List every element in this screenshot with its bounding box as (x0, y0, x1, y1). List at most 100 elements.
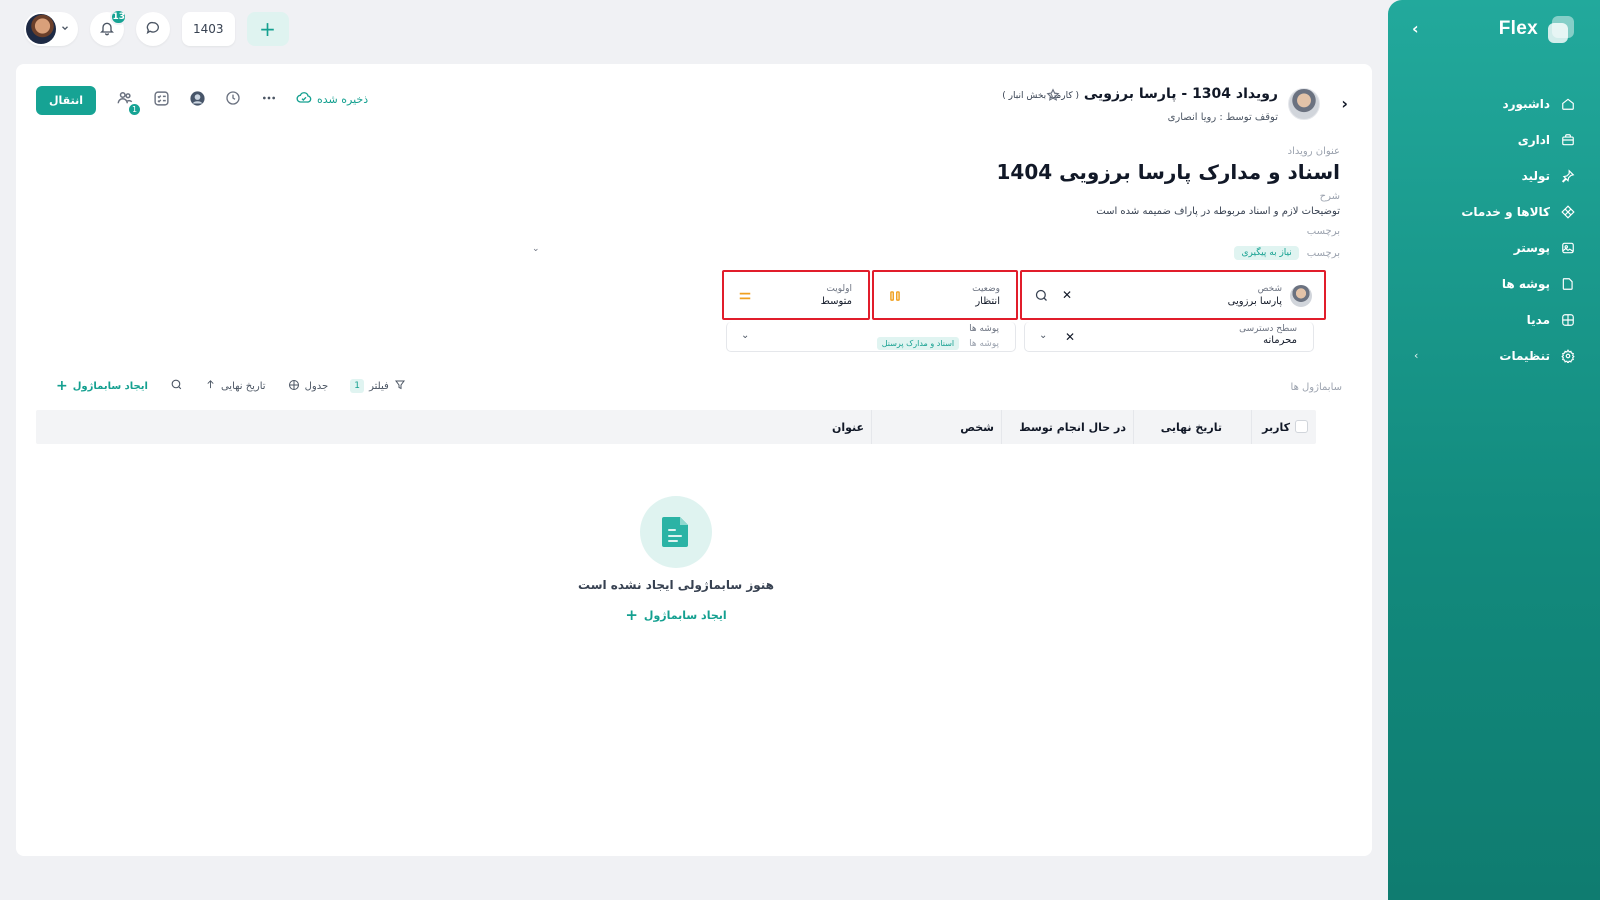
subtasks-toolbar: سابماژول ها + ایجاد سابماژول تاریخ نهایی… (56, 378, 1342, 400)
priority-field-label: اولویت (826, 284, 852, 294)
folder-icon (1560, 276, 1576, 292)
pause-icon (888, 289, 902, 306)
history-button[interactable] (224, 91, 242, 109)
sidebar-item-administrative[interactable]: اداری (1388, 122, 1600, 158)
sidebar-header: Flex ‹ (1388, 14, 1600, 48)
access-level-field[interactable]: سطح دسترسی محرمانه ✕ ⌄ (1024, 322, 1314, 352)
column-header-user[interactable]: کاربر (1262, 410, 1290, 444)
transfer-button[interactable]: انتقال (36, 86, 96, 115)
sidebar-item-label: کالاها و خدمات (1461, 205, 1550, 219)
top-bar: 13 1403 + (24, 9, 289, 46)
back-button[interactable]: › (1341, 94, 1348, 113)
more-options-button[interactable] (260, 91, 278, 109)
sidebar-item-label: اداری (1517, 133, 1550, 147)
event-title: رویداد 1304 - پارسا برزویی ( کارمند بخش … (1002, 86, 1278, 102)
priority-medium-icon (738, 289, 752, 306)
sidebar-item-settings[interactable]: تنظیمات ‹ (1388, 338, 1600, 374)
description-text[interactable]: توضیحات لازم و اسناد مربوطه در پاراف ضمی… (1096, 206, 1340, 217)
close-icon[interactable]: ✕ (1062, 288, 1072, 302)
sidebar-item-label: پوشه ها (1501, 277, 1550, 291)
create-subtask-label: ایجاد سابماژول (72, 380, 148, 392)
folders-field-label: پوشه ها (969, 324, 999, 334)
chevron-down-icon[interactable]: ⌄ (741, 330, 749, 341)
briefcase-icon (1560, 132, 1576, 148)
priority-field[interactable]: اولویت متوسط (722, 270, 870, 320)
fiscal-year-selector[interactable]: 1403 (182, 12, 235, 46)
subtasks-section-label: سابماژول ها (1290, 382, 1342, 393)
event-toolbar: 1 ذخیره شده (116, 90, 368, 116)
assignee-button[interactable] (188, 90, 206, 110)
status-field[interactable]: وضعیت انتظار (872, 270, 1018, 320)
brand-name: Flex (1498, 18, 1538, 39)
column-header-in-progress-by[interactable]: در حال انجام توسط (1019, 410, 1126, 444)
star-icon[interactable] (1046, 88, 1060, 106)
filter-icon (394, 379, 406, 394)
sidebar-item-poster[interactable]: پوستر (1388, 230, 1600, 266)
column-divider (1133, 410, 1134, 444)
close-icon[interactable]: ✕ (1065, 330, 1075, 344)
filter-label: فیلتر (369, 380, 389, 392)
user-icon (189, 90, 206, 110)
filter-count-badge: 1 (350, 379, 365, 393)
sidebar: Flex ‹ داشبورد اداری تولید کالاها و خدما… (1388, 0, 1600, 900)
empty-create-label: ایجاد سابماژول (643, 608, 727, 622)
watchers-count-badge: 1 (128, 102, 141, 116)
priority-field-value: متوسط (820, 296, 852, 307)
chat-icon (145, 20, 161, 39)
sidebar-item-dashboard[interactable]: داشبورد (1388, 86, 1600, 122)
notifications-button[interactable]: 13 (90, 9, 127, 46)
folders-field[interactable]: پوشه ها اسناد و مدارک پرسنل پوشه ها ⌄ (726, 322, 1016, 352)
save-status: ذخیره شده (296, 90, 368, 109)
notification-count-badge: 13 (110, 9, 127, 25)
tag-chip[interactable]: نیاز به پیگیری (1234, 246, 1299, 260)
globe-icon (1560, 312, 1576, 328)
search-icon[interactable] (1034, 288, 1049, 306)
empty-create-subtask-button[interactable]: ایجاد سابماژول + (625, 606, 726, 624)
diamond-icon (1560, 204, 1576, 220)
sidebar-item-label: پوستر (1513, 241, 1550, 255)
column-header-deadline[interactable]: تاریخ نهایی (1161, 410, 1222, 444)
sidebar-item-production[interactable]: تولید (1388, 158, 1600, 194)
saved-label: ذخیره شده (317, 93, 369, 106)
description-field-label: شرح (1319, 191, 1340, 202)
column-header-title[interactable]: عنوان (832, 410, 864, 444)
column-divider (1251, 410, 1252, 444)
chevron-left-icon[interactable]: ‹ (1412, 19, 1419, 38)
plus-icon: + (625, 606, 638, 624)
sort-label: تاریخ نهایی (220, 380, 266, 392)
view-label: جدول (304, 380, 329, 392)
folder-chip[interactable]: اسناد و مدارک پرسنل (876, 337, 960, 350)
sort-button[interactable]: تاریخ نهایی (205, 379, 266, 393)
arrow-up-icon (205, 379, 216, 393)
checklist-button[interactable] (152, 90, 170, 110)
chat-button[interactable] (136, 12, 170, 46)
chevron-down-icon[interactable]: ⌄ (1039, 330, 1047, 341)
add-tag-input[interactable]: برچسب (1307, 248, 1340, 259)
column-header-person[interactable]: شخص (960, 410, 994, 444)
select-all-checkbox[interactable] (1295, 420, 1308, 433)
watchers-button[interactable]: 1 (116, 91, 141, 116)
title-field-label: عنوان رویداد (1287, 146, 1340, 157)
event-title-text: رویداد 1304 - پارسا برزویی (1083, 86, 1278, 102)
plus-icon: + (259, 17, 276, 41)
status-field-label: وضعیت (972, 284, 1000, 294)
search-subtasks-button[interactable] (170, 378, 183, 394)
sidebar-item-folders[interactable]: پوشه ها (1388, 266, 1600, 302)
sidebar-item-label: داشبورد (1502, 97, 1550, 111)
document-icon (640, 496, 712, 568)
page-title[interactable]: اسناد و مدارک پارسا برزویی 1404 (996, 160, 1340, 184)
gear-icon (1560, 348, 1576, 364)
filter-button[interactable]: 1 فیلتر (350, 379, 406, 394)
person-field[interactable]: شخص پارسا برزویی ✕ (1020, 270, 1326, 320)
user-menu[interactable] (24, 12, 78, 46)
add-new-button[interactable]: + (246, 12, 289, 46)
view-toggle-button[interactable]: جدول (288, 379, 329, 394)
sidebar-item-goods-services[interactable]: کالاها و خدمات (1388, 194, 1600, 230)
avatar (1290, 285, 1312, 307)
sidebar-item-media[interactable]: مدیا (1388, 302, 1600, 338)
create-subtask-button[interactable]: + ایجاد سابماژول (56, 378, 148, 394)
home-icon (1560, 96, 1576, 112)
checklist-icon (153, 90, 170, 110)
chevron-down-icon[interactable]: ⌄ (532, 244, 540, 254)
access-level-value: محرمانه (1263, 335, 1297, 346)
